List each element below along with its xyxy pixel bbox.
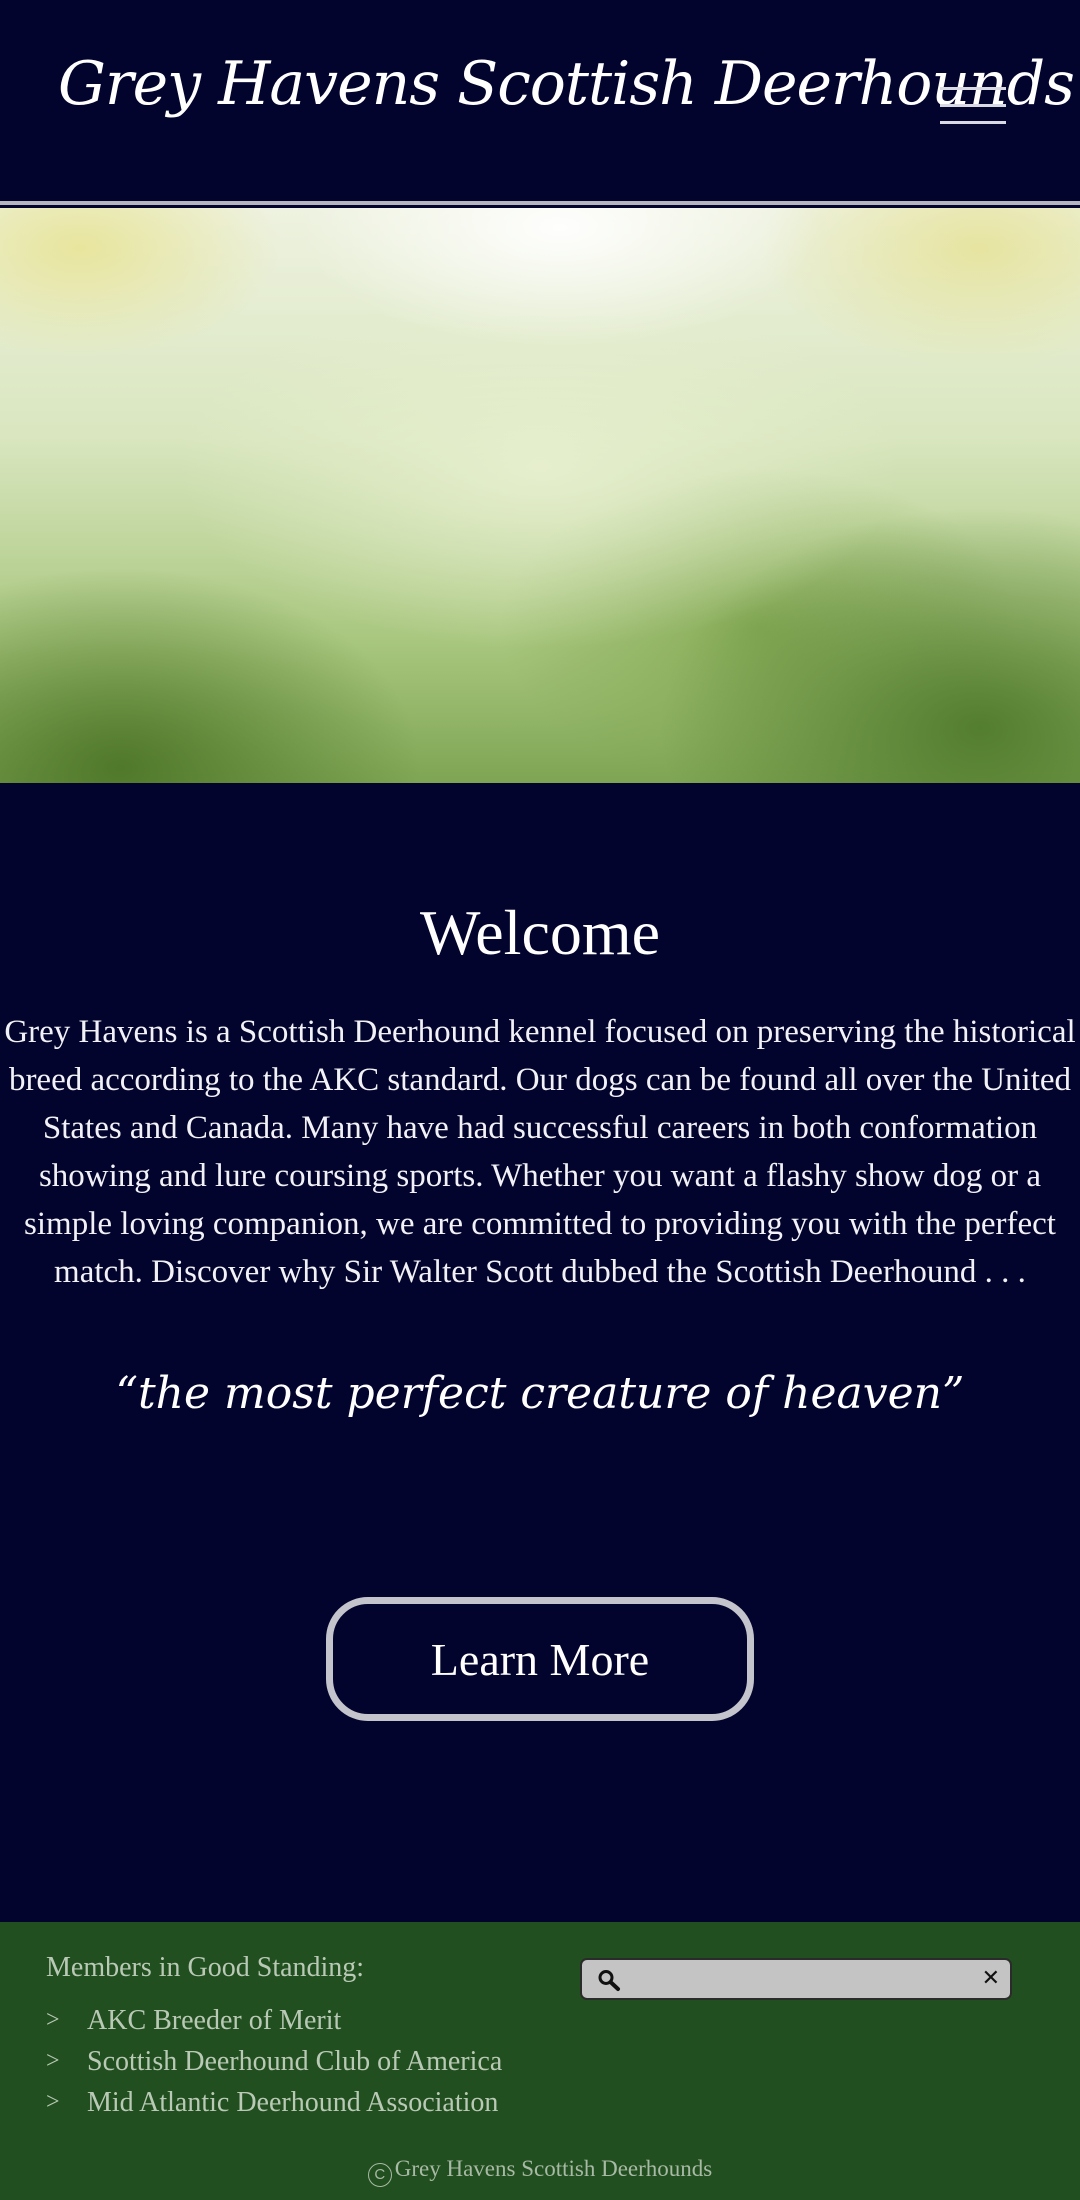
search-icon[interactable] [596,1968,622,1992]
bullet-chevron: > [46,2089,60,2115]
learn-more-button[interactable]: Learn More [326,1597,754,1721]
copyright-notice: C Grey Havens Scottish Deerhounds [0,2156,1080,2187]
member-mid-atlantic-deerhound: Mid Atlantic Deerhound Association [87,2086,499,2118]
copyright-text: Grey Havens Scottish Deerhounds [394,2156,713,2181]
member-akc-breeder-of-merit: AKC Breeder of Merit [87,2004,342,2036]
member-scottish-deerhound-club: Scottish Deerhound Club of America [87,2045,503,2077]
hamburger-menu-icon[interactable] [940,84,1010,130]
menu-line [940,104,1006,107]
close-icon[interactable]: ✕ [982,1964,1000,1994]
site-footer: Members in Good Standing: > AKC Breeder … [0,1922,1080,2200]
bullet-chevron: > [46,2048,60,2074]
list-item: > AKC Breeder of Merit [46,2000,502,2041]
member-list: > AKC Breeder of Merit > Scottish Deerho… [46,2000,502,2123]
hero-banner-image [0,208,1080,783]
site-title[interactable]: Grey Havens Scottish Deerhounds [58,48,1075,120]
scott-quote: “the most perfect creature of heaven” [115,1368,965,1419]
site-header: Grey Havens Scottish Deerhounds [0,0,1080,205]
welcome-paragraph: Grey Havens is a Scottish Deerhound kenn… [4,1014,1076,1290]
menu-line [940,121,1006,124]
bullet-chevron: > [46,2007,60,2033]
welcome-heading: Welcome [419,897,661,968]
search-box[interactable]: ✕ [580,1958,1012,2000]
copyright-icon: C [367,2163,392,2187]
members-heading: Members in Good Standing: [46,1952,365,1983]
list-item: > Scottish Deerhound Club of America [46,2041,502,2082]
list-item: > Mid Atlantic Deerhound Association [46,2082,502,2123]
search-input[interactable] [630,1964,954,1996]
menu-line [940,87,1006,90]
